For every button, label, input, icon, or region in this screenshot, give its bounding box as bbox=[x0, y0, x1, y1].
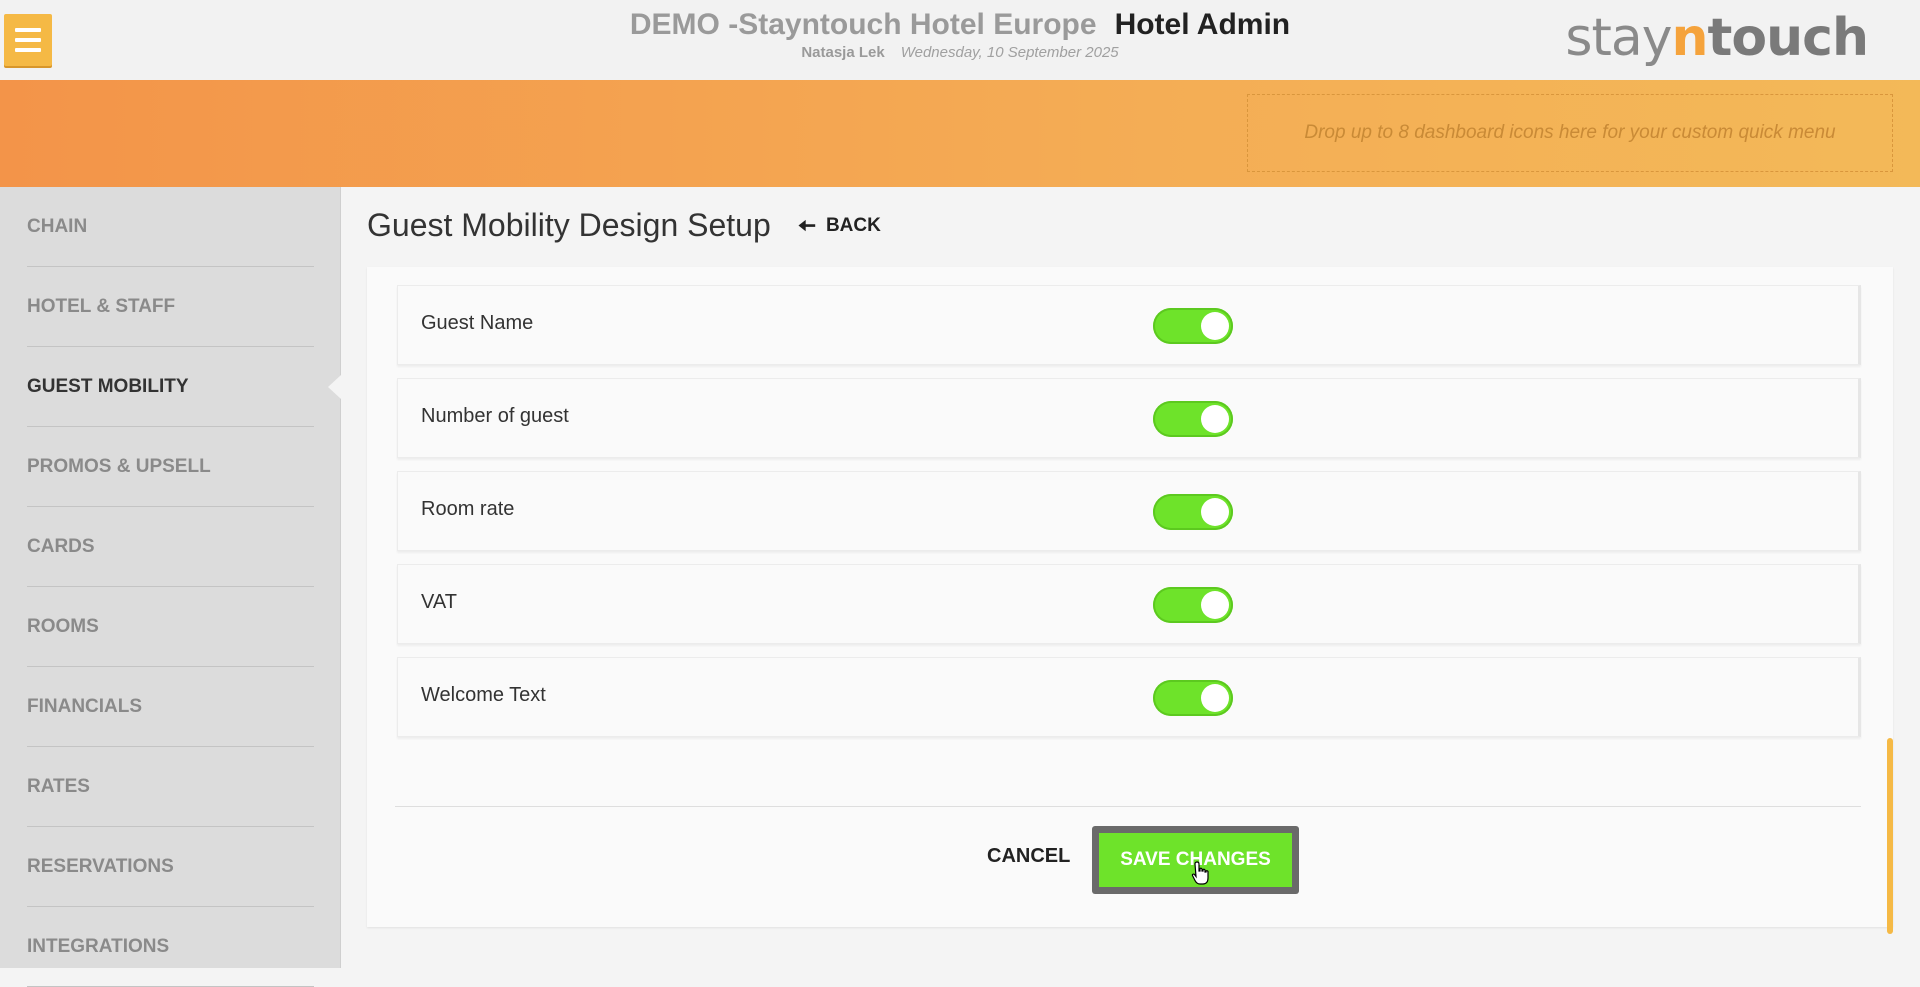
sidebar-item-integrations[interactable]: INTEGRATIONS bbox=[27, 907, 314, 987]
page-title: Guest Mobility Design Setup bbox=[367, 207, 771, 243]
toggle-knob bbox=[1201, 591, 1229, 619]
toggle-knob bbox=[1201, 498, 1229, 526]
quick-menu-dropzone[interactable]: Drop up to 8 dashboard icons here for yo… bbox=[1247, 94, 1893, 172]
setting-label: Room rate bbox=[421, 498, 515, 520]
top-header: DEMO -Stayntouch Hotel Europe Hotel Admin… bbox=[0, 0, 1920, 80]
sidebar-item-hotel-staff[interactable]: HOTEL & STAFF bbox=[27, 267, 314, 347]
user-name: Natasja Lek bbox=[801, 44, 885, 61]
back-button[interactable]: 🠤 BACK bbox=[798, 215, 881, 237]
setting-row-number-of-guest: Number of guest bbox=[397, 378, 1861, 458]
arrow-left-icon: 🠤 bbox=[798, 213, 816, 238]
sidebar-item-rooms[interactable]: ROOMS bbox=[27, 587, 314, 667]
logo-n: n bbox=[1671, 8, 1709, 68]
number-of-guest-toggle[interactable] bbox=[1153, 401, 1233, 437]
setting-row-room-rate: Room rate bbox=[397, 471, 1861, 551]
setting-row-vat: VAT bbox=[397, 564, 1861, 644]
scrollbar[interactable] bbox=[1887, 738, 1893, 934]
sidebar-item-rates[interactable]: RATES bbox=[27, 747, 314, 827]
sidebar-item-reservations[interactable]: RESERVATIONS bbox=[27, 827, 314, 907]
setting-label: Welcome Text bbox=[421, 684, 546, 706]
sidebar-item-financials[interactable]: FINANCIALS bbox=[27, 667, 314, 747]
page-header: Guest Mobility Design Setup 🠤 BACK bbox=[340, 187, 1920, 267]
sidebar-item-cards[interactable]: CARDS bbox=[27, 507, 314, 587]
toggle-knob bbox=[1201, 684, 1229, 712]
setting-label: Guest Name bbox=[421, 312, 534, 334]
settings-panel: Guest Name Number of guest Room rate VAT… bbox=[367, 267, 1893, 927]
toggle-knob bbox=[1201, 405, 1229, 433]
vat-toggle[interactable] bbox=[1153, 587, 1233, 623]
actions-divider bbox=[395, 806, 1861, 807]
welcome-text-toggle[interactable] bbox=[1153, 680, 1233, 716]
setting-label: VAT bbox=[421, 591, 457, 613]
back-label: BACK bbox=[825, 215, 881, 236]
guest-name-toggle[interactable] bbox=[1153, 308, 1233, 344]
hand-cursor-icon bbox=[1191, 861, 1209, 885]
active-item-pointer bbox=[328, 375, 341, 399]
toggle-knob bbox=[1201, 312, 1229, 340]
sidebar: CHAIN HOTEL & STAFF GUEST MOBILITY PROMO… bbox=[0, 187, 341, 987]
room-rate-toggle[interactable] bbox=[1153, 494, 1233, 530]
business-date: Wednesday, 10 September 2025 bbox=[900, 44, 1119, 61]
quick-menu-band: Drop up to 8 dashboard icons here for yo… bbox=[0, 80, 1920, 187]
sidebar-item-guest-mobility[interactable]: GUEST MOBILITY bbox=[27, 347, 314, 427]
hotel-name: DEMO -Stayntouch Hotel Europe bbox=[629, 8, 1097, 41]
cancel-button[interactable]: CANCEL bbox=[987, 845, 1070, 868]
app-title: Hotel Admin bbox=[1114, 8, 1291, 41]
sidebar-item-promos-upsell[interactable]: PROMOS & UPSELL bbox=[27, 427, 314, 507]
logo-prefix: stay bbox=[1565, 8, 1672, 68]
sidebar-item-chain[interactable]: CHAIN bbox=[27, 187, 314, 267]
stayntouch-logo: stayntouch bbox=[1565, 8, 1869, 68]
setting-row-welcome-text: Welcome Text bbox=[397, 657, 1861, 737]
logo-suffix: touch bbox=[1707, 8, 1869, 68]
setting-row-guest-name: Guest Name bbox=[397, 285, 1861, 365]
setting-label: Number of guest bbox=[421, 405, 569, 427]
